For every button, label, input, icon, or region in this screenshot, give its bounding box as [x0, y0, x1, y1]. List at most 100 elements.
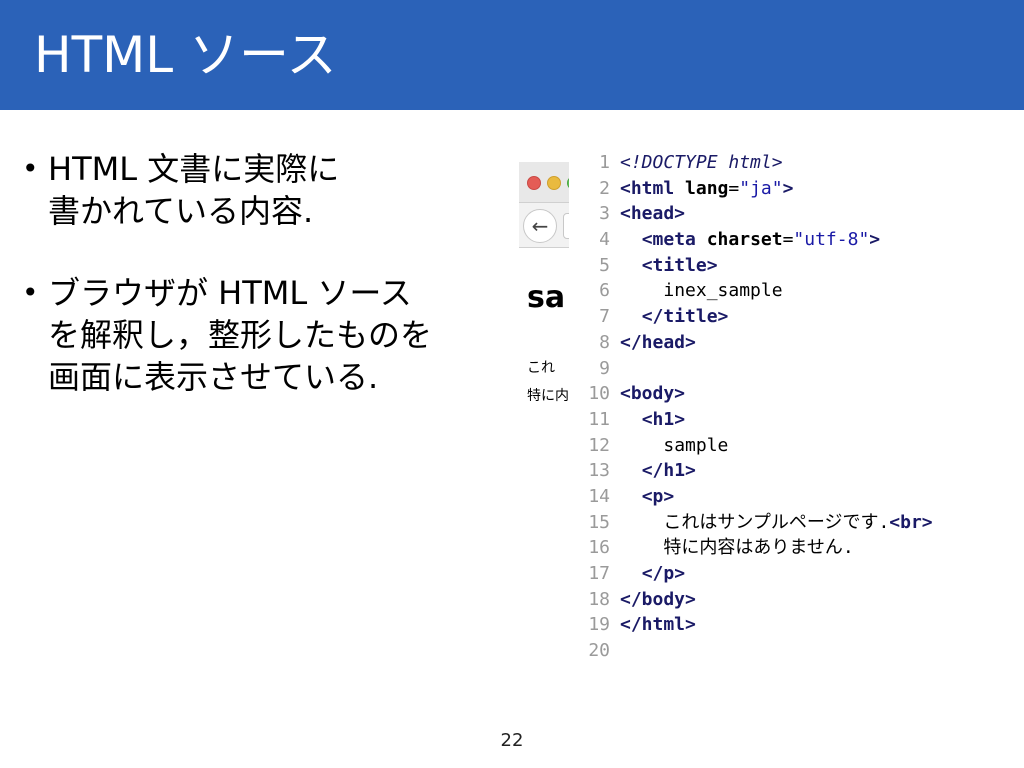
code-text: <!DOCTYPE html>: [620, 150, 783, 176]
preview-text-line: 特に内: [527, 388, 569, 404]
preview-text-line: これ: [527, 360, 555, 376]
bullet-list: • HTML 文書に実際に 書かれている内容. • ブラウザが HTML ソース…: [22, 148, 512, 438]
line-number: 16: [588, 537, 610, 559]
code-text: sample: [620, 433, 728, 459]
back-arrow-icon: ←: [531, 214, 549, 238]
code-line: 3 <head>: [580, 201, 1010, 227]
code-line: 1 <!DOCTYPE html>: [580, 150, 1010, 176]
line-number: 7: [599, 306, 610, 328]
code-token: </body>: [620, 588, 696, 610]
code-token: <p>: [641, 485, 675, 507]
code-text: </body>: [620, 587, 696, 613]
code-line: 13 </h1>: [580, 458, 1010, 484]
code-line: 15 これはサンプルページです.<br>: [580, 510, 1010, 536]
code-line: 14 <p>: [580, 484, 1010, 510]
bullet-text: HTML 文書に実際に 書かれている内容.: [48, 150, 340, 230]
code-token: <br>: [889, 511, 933, 533]
code-line: 4 <meta charset="utf-8">: [580, 227, 1010, 253]
code-token: =: [728, 177, 740, 199]
code-text: 特に内容はありません.: [620, 535, 854, 561]
code-text: </html>: [620, 612, 696, 638]
code-line: 16 特に内容はありません.: [580, 535, 1010, 561]
code-token: inex_sample: [663, 280, 783, 302]
code-token: </head>: [620, 331, 696, 353]
code-token: sample: [663, 434, 729, 456]
code-line: 10 <body>: [580, 381, 1010, 407]
code-token: <head>: [620, 203, 686, 225]
line-number: 18: [588, 588, 610, 610]
line-number: 19: [588, 614, 610, 636]
code-text: <meta charset="utf-8">: [620, 227, 880, 253]
code-token: </html>: [620, 614, 696, 636]
code-token: >: [782, 177, 794, 199]
line-number: 5: [599, 254, 610, 276]
code-token: =: [782, 229, 794, 251]
code-text: <p>: [620, 484, 675, 510]
code-token: <h1>: [641, 408, 686, 430]
minimize-window-icon[interactable]: [547, 176, 561, 190]
bullet-text: ブラウザが HTML ソース を解釈し，整形したものを 画面に表示させている.: [48, 274, 433, 396]
back-button[interactable]: ←: [523, 209, 557, 243]
line-number: 2: [599, 177, 610, 199]
code-token: <meta: [641, 229, 696, 251]
code-text: <html lang="ja">: [620, 176, 793, 202]
code-token: >: [869, 229, 881, 251]
code-line: 17 </p>: [580, 561, 1010, 587]
code-token: </title>: [641, 306, 729, 328]
line-number: 6: [599, 280, 610, 302]
line-number: 14: [588, 485, 610, 507]
code-text: </p>: [620, 561, 685, 587]
bullet-item: • ブラウザが HTML ソース を解釈し，整形したものを 画面に表示させている…: [22, 272, 512, 398]
line-number: 3: [599, 203, 610, 225]
code-text: これはサンプルページです.<br>: [620, 510, 933, 536]
line-number: 10: [588, 383, 610, 405]
code-line: 20: [580, 638, 1010, 664]
line-number: 12: [588, 434, 610, 456]
code-line: 2 <html lang="ja">: [580, 176, 1010, 202]
code-token: </p>: [641, 563, 686, 584]
code-token: </h1>: [641, 460, 696, 482]
line-number: 8: [599, 331, 610, 353]
line-number: 9: [599, 357, 610, 379]
code-token: <title>: [641, 254, 718, 276]
browser-preview: ← sa これ 特に内: [519, 162, 569, 442]
code-line: 6 inex_sample: [580, 278, 1010, 304]
code-text: <body>: [620, 381, 685, 407]
code-token: <body>: [620, 383, 686, 405]
code-line: 19 </html>: [580, 612, 1010, 638]
code-text: <h1>: [620, 407, 685, 433]
line-number: 17: [588, 563, 610, 584]
code-line: 18 </body>: [580, 587, 1010, 613]
code-line: 9: [580, 356, 1010, 382]
close-window-icon[interactable]: [527, 176, 541, 190]
preview-heading: sa: [527, 280, 566, 315]
code-listing: 1 <!DOCTYPE html> 2 <html lang="ja"> 3 <head>…: [580, 150, 1010, 664]
code-token: charset: [706, 229, 783, 251]
maximize-window-icon[interactable]: [567, 176, 569, 190]
code-token: "ja": [739, 177, 783, 199]
code-line: 11 <h1>: [580, 407, 1010, 433]
slide-title: HTML ソース: [34, 26, 337, 84]
bullet-icon: •: [22, 152, 39, 185]
line-number: 15: [588, 511, 610, 533]
code-line: 5 <title>: [580, 253, 1010, 279]
code-token: これはサンプルページです.: [663, 511, 890, 533]
line-number: 1: [599, 152, 610, 173]
code-token: 特に内容はありません.: [663, 537, 854, 559]
code-token: <!DOCTYPE html>: [620, 152, 783, 173]
browser-titlebar: [519, 162, 569, 203]
code-line: 12 sample: [580, 433, 1010, 459]
code-token: lang: [685, 177, 729, 199]
line-number: 4: [599, 229, 610, 251]
code-text: </head>: [620, 330, 696, 356]
code-text: inex_sample: [620, 278, 783, 304]
code-token: "utf-8": [793, 229, 870, 251]
line-number: 20: [588, 640, 610, 662]
bullet-icon: •: [22, 276, 39, 309]
address-bar[interactable]: [563, 213, 569, 239]
page-number: 22: [500, 730, 524, 751]
browser-toolbar: ←: [519, 203, 569, 248]
code-text: </title>: [620, 304, 729, 330]
